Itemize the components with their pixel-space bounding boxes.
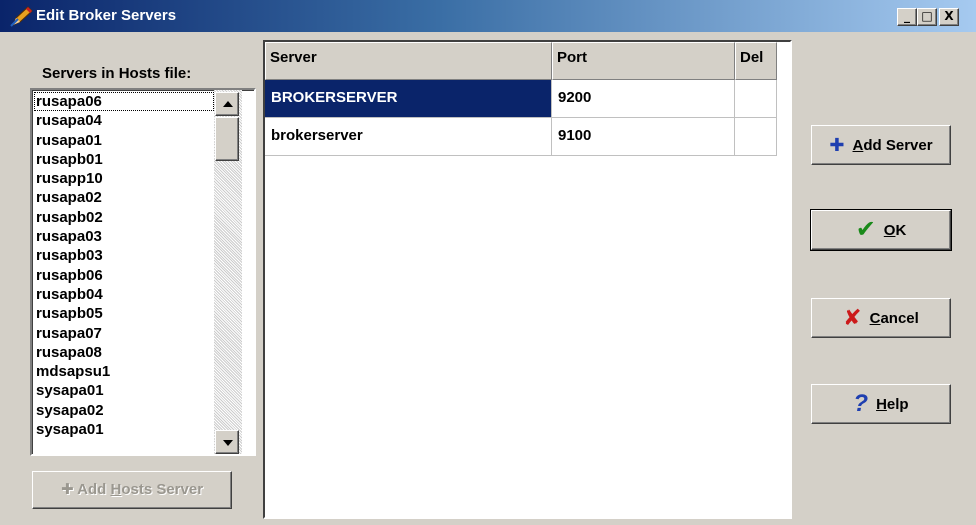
list-item[interactable]: rusapb05 [34,304,208,323]
close-icon: X [944,9,954,23]
window-title: Edit Broker Servers [36,7,177,24]
add-server-button[interactable]: ✚ Add Server [811,125,951,165]
list-item[interactable]: rusapa07 [34,324,208,343]
maximize-button[interactable]: □ [917,8,937,26]
grid-row[interactable]: BROKERSERVER 9200 [265,80,777,118]
hosts-scrollbar[interactable] [214,90,242,454]
plus-icon: ✚ [60,481,78,498]
list-item[interactable]: rusapa04 [34,111,208,130]
list-item[interactable]: rusapa03 [34,227,208,246]
scroll-thumb[interactable] [215,117,239,161]
port-cell[interactable]: 9100 [552,118,735,156]
hosts-server-list[interactable]: rusapa06 rusapa04 rusapa01 rusapb01 rusapp10… [30,88,256,456]
list-item[interactable]: rusapb03 [34,246,208,265]
x-icon: ✘ [843,305,862,330]
add-hosts-server-button[interactable]: ✚ Add Hosts Server [32,471,232,509]
list-item[interactable]: rusapb01 [34,150,208,169]
hosts-list-items: rusapa06 rusapa04 rusapa01 rusapb01 rusapp10… [34,92,214,439]
list-item[interactable]: mdsapsu1 [34,362,208,381]
question-icon: ? [853,390,869,417]
list-item[interactable]: sysapa02 [34,401,208,420]
help-button[interactable]: ? Help [811,384,951,424]
hosts-file-label: Servers in Hosts file: [42,65,192,82]
list-item[interactable]: rusapa02 [34,188,208,207]
minimize-icon: _ [904,9,910,23]
column-header-del[interactable]: Del [735,42,777,80]
pencil-icon [10,6,33,27]
plus-icon: ✚ [829,135,845,155]
server-cell[interactable]: brokerserver [265,118,552,156]
scroll-up-button[interactable] [215,92,239,116]
list-item[interactable]: sysapa01 [34,381,208,400]
arrow-up-icon [223,101,233,107]
grid-row[interactable]: brokerserver 9100 [265,118,777,156]
checkmark-icon: ✔ [855,216,876,243]
scroll-down-button[interactable] [215,430,239,454]
cancel-button[interactable]: ✘ Cancel [811,298,951,338]
list-item[interactable]: rusapb06 [34,266,208,285]
edit-broker-servers-window: Edit Broker Servers _ □ X Servers in Hos… [0,0,976,525]
column-header-port[interactable]: Port [552,42,735,80]
list-item[interactable]: sysapa01 [34,420,208,439]
maximize-icon: □ [921,9,933,23]
del-cell[interactable] [735,80,777,118]
list-item[interactable]: rusapa01 [34,131,208,150]
close-button[interactable]: X [939,8,959,26]
server-cell[interactable]: BROKERSERVER [265,80,552,118]
list-item[interactable]: rusapa08 [34,343,208,362]
port-cell[interactable]: 9200 [552,80,735,118]
minimize-button[interactable]: _ [897,8,917,26]
list-item[interactable]: rusapb04 [34,285,208,304]
broker-servers-grid[interactable]: Server Port Del BROKERSERVER 9200 broker… [263,40,792,519]
list-item[interactable]: rusapa06 [34,92,214,112]
del-cell[interactable] [735,118,777,156]
arrow-down-icon [223,440,233,446]
list-item[interactable]: rusapb02 [34,208,208,227]
ok-button[interactable]: ✔ OK [810,209,952,251]
grid-header: Server Port Del [265,42,777,80]
column-header-server[interactable]: Server [265,42,552,80]
title-bar[interactable]: Edit Broker Servers _ □ X [0,0,976,32]
list-item[interactable]: rusapp10 [34,169,208,188]
